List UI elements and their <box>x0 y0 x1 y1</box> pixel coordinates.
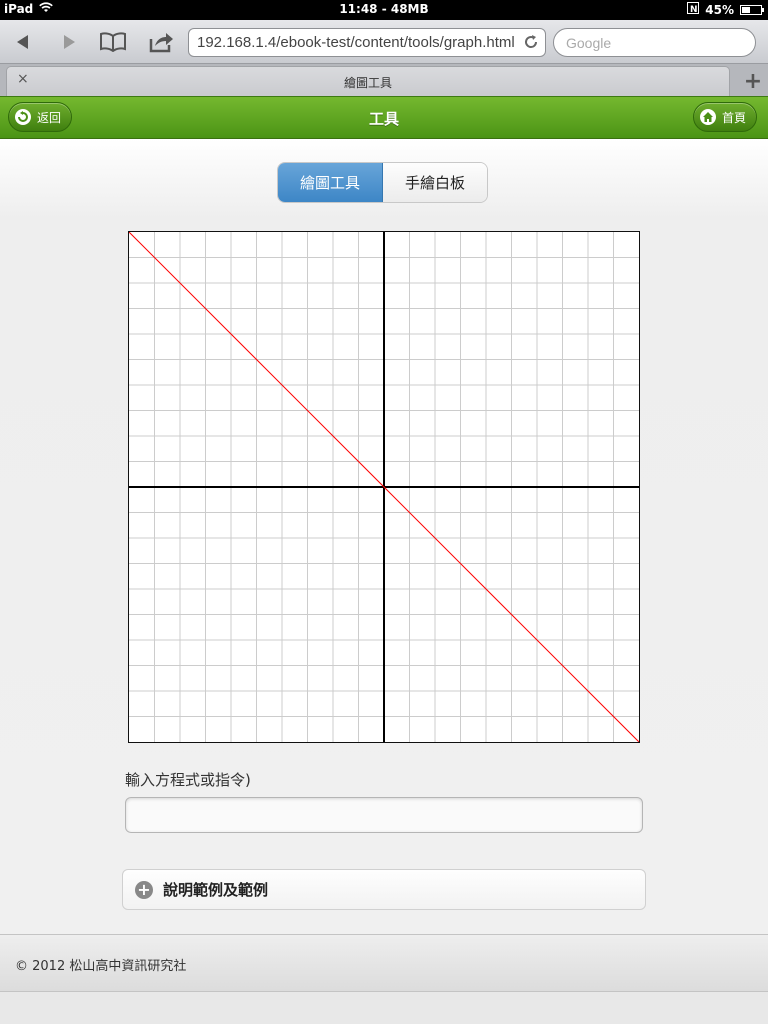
help-examples-collapsible[interactable]: + 說明範例及範例 <box>122 869 646 910</box>
battery-icon <box>740 4 764 15</box>
home-button[interactable]: 首頁 <box>693 102 758 132</box>
status-bar: iPad 11:48 - 48MB N 45% <box>0 0 768 20</box>
equation-input[interactable] <box>125 797 643 833</box>
url-field[interactable]: 192.168.1.4/ebook-test/content/tools/gra… <box>188 28 546 57</box>
tab-strip: × 繪圖工具 + <box>0 64 768 96</box>
reload-icon[interactable] <box>523 34 539 54</box>
plus-circle-icon: + <box>135 880 153 899</box>
home-label: 首頁 <box>722 110 747 125</box>
svg-text:N: N <box>690 5 698 14</box>
bookmarks-button[interactable] <box>98 28 128 56</box>
url-text: 192.168.1.4/ebook-test/content/tools/gra… <box>197 34 515 51</box>
search-field[interactable]: Google <box>553 28 756 57</box>
equation-input-label: 輸入方程式或指令) <box>125 771 251 789</box>
segment-whiteboard[interactable]: 手繪白板 <box>383 163 487 202</box>
network-icon: N <box>687 2 700 17</box>
bookmarks-icon <box>100 32 126 52</box>
back-arrow-icon <box>17 35 28 49</box>
search-placeholder: Google <box>566 35 612 51</box>
copyright-text: © 2012 松山高中資訊研究社 <box>15 959 187 974</box>
share-button[interactable] <box>146 28 176 56</box>
page-title: 工具 <box>368 110 399 128</box>
main-content: 繪圖工具 手繪白板 輸入方程式或指令) + 說明範例及範例 <box>0 139 768 934</box>
graph-canvas[interactable] <box>128 231 640 743</box>
tool-segmented-control: 繪圖工具 手繪白板 <box>277 162 488 203</box>
time-memory: 11:48 - 48MB <box>339 2 429 16</box>
back-arrow-button[interactable] <box>8 28 38 56</box>
new-tab-button[interactable]: + <box>738 66 768 96</box>
battery-fill <box>742 6 751 13</box>
home-icon <box>700 109 716 125</box>
forward-arrow-icon <box>64 35 75 49</box>
browser-toolbar: 192.168.1.4/ebook-test/content/tools/gra… <box>0 20 768 64</box>
app-header: 返回 工具 首頁 <box>0 96 768 139</box>
share-icon <box>149 33 173 53</box>
tab-title: 繪圖工具 <box>343 76 392 90</box>
forward-arrow-button[interactable] <box>54 28 84 56</box>
collapsible-label: 說明範例及範例 <box>163 881 269 899</box>
footer: © 2012 松山高中資訊研究社 <box>0 934 768 992</box>
bottom-area <box>0 992 768 1024</box>
segment-drawing-tool[interactable]: 繪圖工具 <box>278 163 383 202</box>
browser-tab[interactable]: × 繪圖工具 <box>6 66 730 96</box>
battery-percent: 45% <box>705 2 734 17</box>
